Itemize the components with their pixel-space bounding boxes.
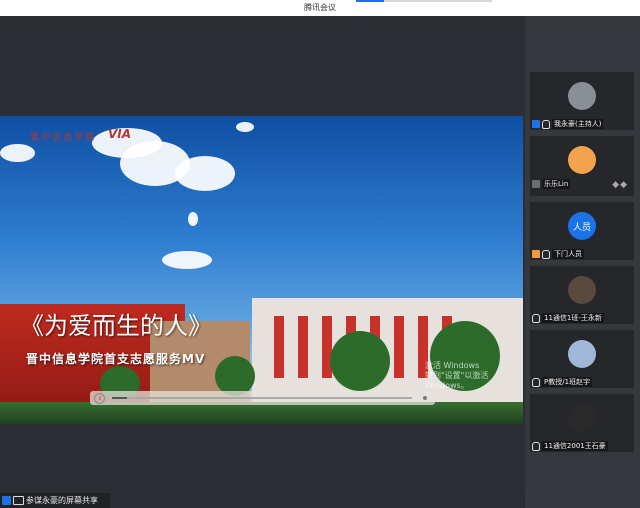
seek-track[interactable] xyxy=(112,397,412,399)
participant-tile[interactable]: 乐乐Lin ◆◆ xyxy=(530,136,634,196)
activation-watermark: 激活 Windows 转到"设置"以激活 Windows。 xyxy=(425,361,523,391)
cloud xyxy=(236,122,254,132)
participant-name-row: 11通信1班-王永新 xyxy=(530,312,604,324)
participant-name-row: 下门人员 xyxy=(530,248,584,260)
mv-title: 《为爱而生的人》 xyxy=(20,312,212,340)
mic-icon xyxy=(532,441,540,451)
cloud xyxy=(188,212,198,226)
participant-name: 11通信1班-王永新 xyxy=(542,313,604,323)
ground xyxy=(0,402,523,424)
participant-name-row: 11通信2001王石豪 xyxy=(530,440,608,452)
host-icon xyxy=(532,120,540,128)
participant-panel: 我永豪(主持人) 乐乐Lin ◆◆ 人员 下门人员 11通信1班-王永新 P教授… xyxy=(525,16,640,508)
text-avatar-icon: 人员 xyxy=(568,212,596,240)
participant-name: 11通信2001王石豪 xyxy=(542,441,608,451)
volume-icon[interactable] xyxy=(423,396,427,400)
main-stage: 晋中信息学院 VIA 《为爱而生的人》 晋中信息学院首支志愿服务MV 激活 Wi… xyxy=(0,16,525,492)
avatar-text: 人员 xyxy=(572,222,591,233)
cartoon-avatar-icon xyxy=(568,146,596,174)
school-logo-mark: VIA xyxy=(108,127,132,141)
screen-icon xyxy=(13,496,24,505)
cloud xyxy=(0,144,35,162)
watermark-line-1: 激活 Windows xyxy=(425,361,480,370)
photo-avatar-icon xyxy=(568,276,596,304)
participant-name: P教授/1班赵宇 xyxy=(542,377,593,387)
cloud xyxy=(162,251,212,269)
participant-tile[interactable]: 我永豪(主持人) xyxy=(530,72,634,130)
pause-icon[interactable]: ॥ xyxy=(94,393,105,404)
participant-name-row: 乐乐Lin xyxy=(530,178,571,190)
participant-name: 我永豪(主持人) xyxy=(552,119,604,129)
participant-name: 下门人员 xyxy=(552,249,584,259)
participant-name-row: P教授/1班赵宇 xyxy=(530,376,593,388)
participant-tile[interactable]: 11通信1班-王永新 xyxy=(530,266,634,324)
mic-icon xyxy=(542,249,550,259)
photo-avatar-icon xyxy=(568,404,596,432)
watermark-line-2: 转到"设置"以激活 Windows。 xyxy=(425,371,489,390)
user-icon xyxy=(532,180,540,188)
window-title: 腾讯会议 xyxy=(304,3,336,12)
user-icon xyxy=(532,250,540,258)
participant-name-row: 我永豪(主持人) xyxy=(530,118,604,130)
seek-progress xyxy=(112,397,127,399)
more-icon[interactable]: ◆◆ xyxy=(612,180,628,190)
photo-avatar-icon xyxy=(568,340,596,368)
window-titlebar: 腾讯会议 xyxy=(0,0,640,16)
tree xyxy=(330,331,390,391)
participant-tile[interactable]: 11通信2001王石豪 xyxy=(530,394,634,452)
photo-avatar-icon xyxy=(568,82,596,110)
participant-name: 乐乐Lin xyxy=(542,179,571,189)
school-logo-text: 晋中信息学院 xyxy=(30,133,97,143)
cloud xyxy=(175,156,235,191)
mv-subtitle: 晋中信息学院首支志愿服务MV xyxy=(26,352,206,366)
participant-tile[interactable]: 人员 下门人员 xyxy=(530,202,634,260)
mic-icon xyxy=(542,119,550,129)
shared-screen[interactable]: 晋中信息学院 VIA 《为爱而生的人》 晋中信息学院首支志愿服务MV 激活 Wi… xyxy=(0,116,523,424)
screen-share-indicator: 参谋永豪的屏幕共享 xyxy=(0,493,110,508)
participant-tile[interactable]: P教授/1班赵宇 xyxy=(530,330,634,388)
mic-icon xyxy=(532,377,540,387)
mic-icon xyxy=(532,313,540,323)
tree xyxy=(215,356,255,396)
share-label: 参谋永豪的屏幕共享 xyxy=(26,496,98,505)
user-icon xyxy=(2,496,11,505)
video-player-bar[interactable]: ॥ xyxy=(90,391,435,405)
